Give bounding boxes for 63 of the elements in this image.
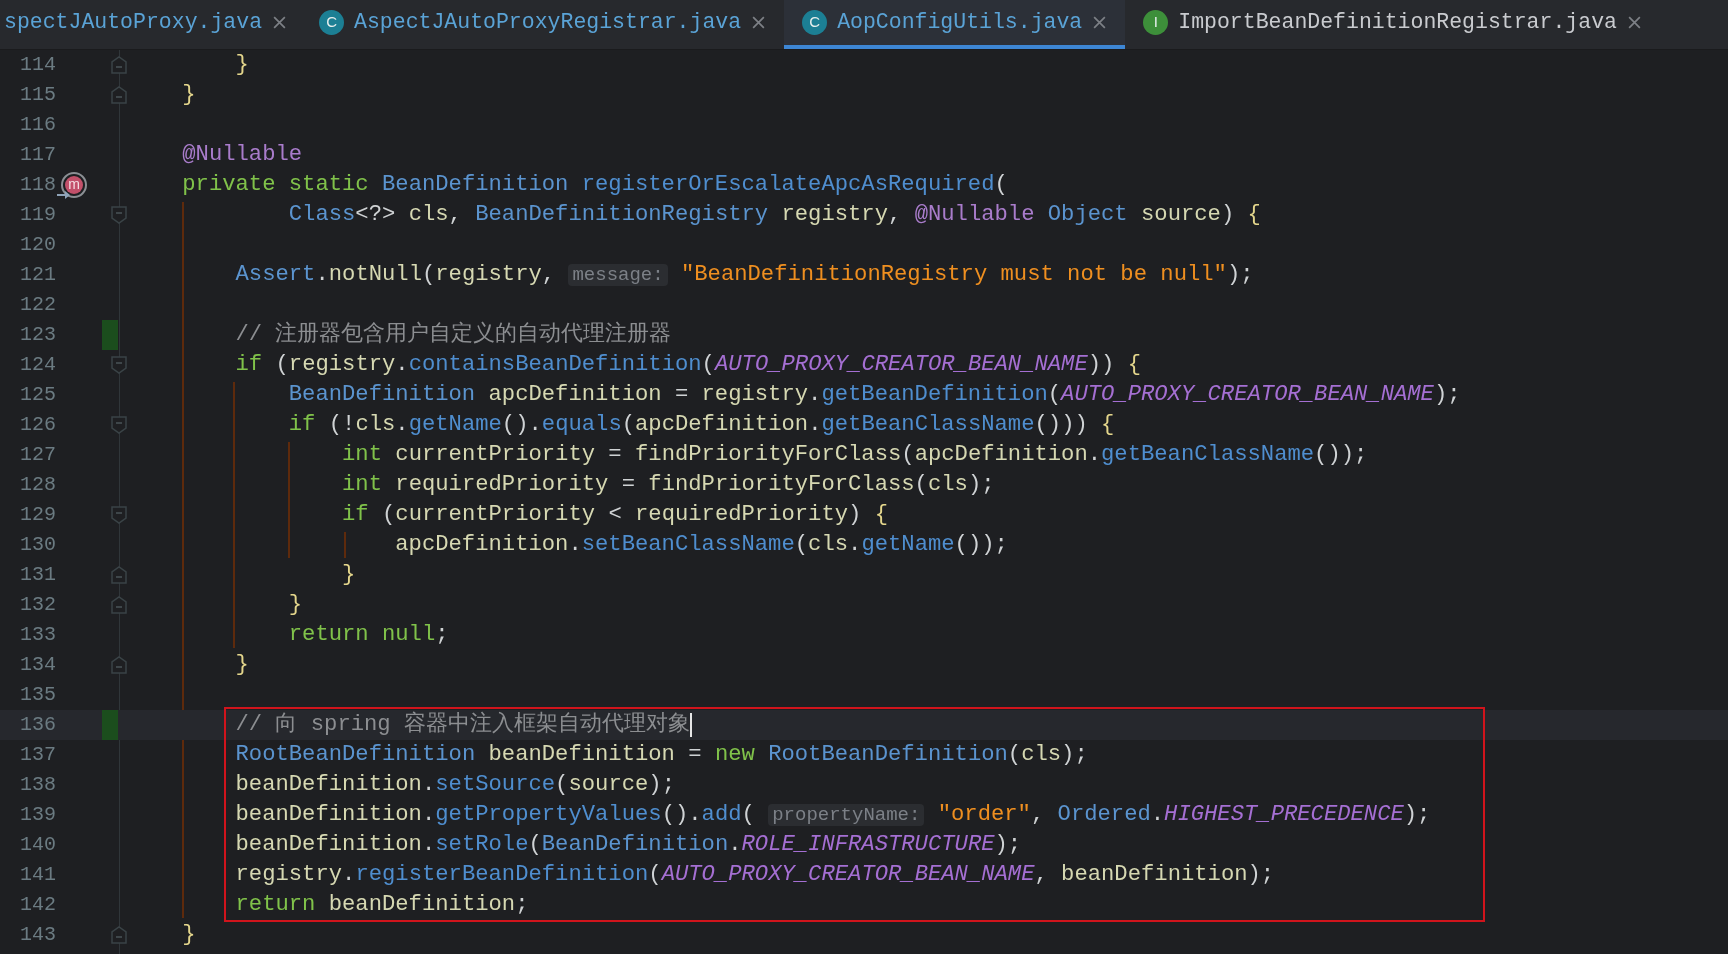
code-line: }	[182, 81, 196, 110]
code-line: int requiredPriority = findPriorityForClass(cls);	[342, 471, 995, 500]
class-file-icon: C	[319, 10, 345, 35]
code-line: BeanDefinition apcDefinition = registry.getBeanDefinition(AUTO_PROXY_CREATOR_BEAN_NAME);	[288, 381, 1461, 410]
code-line: }	[288, 591, 303, 620]
line-number: 119	[19, 202, 56, 228]
code-line: private static BeanDefinition registerOrEscalateApcAsRequired(	[182, 171, 1008, 200]
code-line: @Nullable	[182, 141, 303, 170]
line-number: 135	[19, 682, 56, 708]
line-number: 142	[19, 892, 56, 918]
editor-tab[interactable]: C AspectJAutoProxyRegistrar.java	[301, 0, 785, 49]
code-line: return null;	[288, 621, 449, 650]
code-line: Assert.notNull(registry, message: "BeanDefinitionRegistry must not be null");	[235, 261, 1254, 290]
line-number: 116	[19, 112, 56, 138]
line-number: 132	[19, 592, 56, 618]
code-line: }	[182, 921, 196, 950]
editor-tab[interactable]: I ImportBeanDefinitionRegistrar.java	[1125, 0, 1660, 49]
line-number: 126	[19, 412, 56, 438]
line-number: 117	[19, 142, 56, 168]
editor-tab[interactable]: C AopConfigUtils.java	[784, 0, 1126, 49]
line-number: 129	[19, 502, 56, 528]
line-number: 127	[19, 442, 56, 468]
code-line: Class<?> cls, BeanDefinitionRegistry registry, @Nullable Object source) {	[288, 201, 1261, 230]
code-line: apcDefinition.setBeanClassName(cls.getName());	[395, 531, 1008, 560]
line-number: 130	[19, 532, 56, 558]
line-number: 136	[19, 712, 56, 738]
code-line: registry.registerBeanDefinition(AUTO_PROXY_CREATOR_BEAN_NAME, beanDefinition);	[235, 861, 1275, 890]
line-number: 120	[19, 232, 56, 258]
line-number: 122	[19, 292, 56, 318]
line-number: 114	[19, 52, 56, 78]
line-number: 134	[19, 652, 56, 678]
code-line: if (!cls.getName().equals(apcDefinition.getBeanClassName())) {	[288, 411, 1115, 440]
line-number: 141	[19, 862, 56, 888]
code-line: beanDefinition.getPropertyValues().add( propertyName: "order", Ordered.HIGHEST_PRECEDENCE);	[235, 801, 1431, 830]
line-number: 123	[19, 322, 56, 348]
line-number: 138	[19, 772, 56, 798]
line-number: 115	[19, 82, 56, 108]
code-line: }	[235, 51, 249, 80]
code-line: if (registry.containsBeanDefinition(AUTO_PROXY_CREATOR_BEAN_NAME)) {	[235, 351, 1142, 380]
line-number: 131	[19, 562, 56, 588]
line-number: 125	[19, 382, 56, 408]
editor-tab[interactable]: spectJAutoProxy.java	[0, 0, 302, 49]
line-number: 133	[19, 622, 56, 648]
code-line: beanDefinition.setSource(source);	[235, 771, 675, 800]
code-line: }	[342, 561, 356, 590]
line-number: 128	[19, 472, 56, 498]
line-number: 139	[19, 802, 56, 828]
code-line: return beanDefinition;	[235, 891, 529, 920]
code-line: RootBeanDefinition beanDefinition = new RootBeanDefinition(cls);	[235, 741, 1088, 770]
code-line: int currentPriority = findPriorityForClass(apcDefinition.getBeanClassName());	[342, 441, 1368, 470]
class-file-icon: C	[802, 10, 828, 35]
line-number: 124	[19, 352, 56, 378]
code-line: if (currentPriority < requiredPriority) {	[342, 501, 889, 530]
line-number: 140	[19, 832, 56, 858]
line-number: 118	[19, 172, 56, 198]
code-line: beanDefinition.setRole(BeanDefinition.ROLE_INFRASTRUCTURE);	[235, 831, 1022, 860]
line-number: 137	[19, 742, 56, 768]
code-line: }	[235, 651, 249, 680]
line-number: 143	[19, 922, 56, 948]
code-comment: // 向 spring 容器中注入框架自动代理对象	[235, 710, 690, 740]
code-comment: // 注册器包含用户自定义的自动代理注册器	[235, 320, 672, 350]
class-file-icon: I	[1143, 10, 1169, 35]
line-number: 121	[19, 262, 56, 288]
